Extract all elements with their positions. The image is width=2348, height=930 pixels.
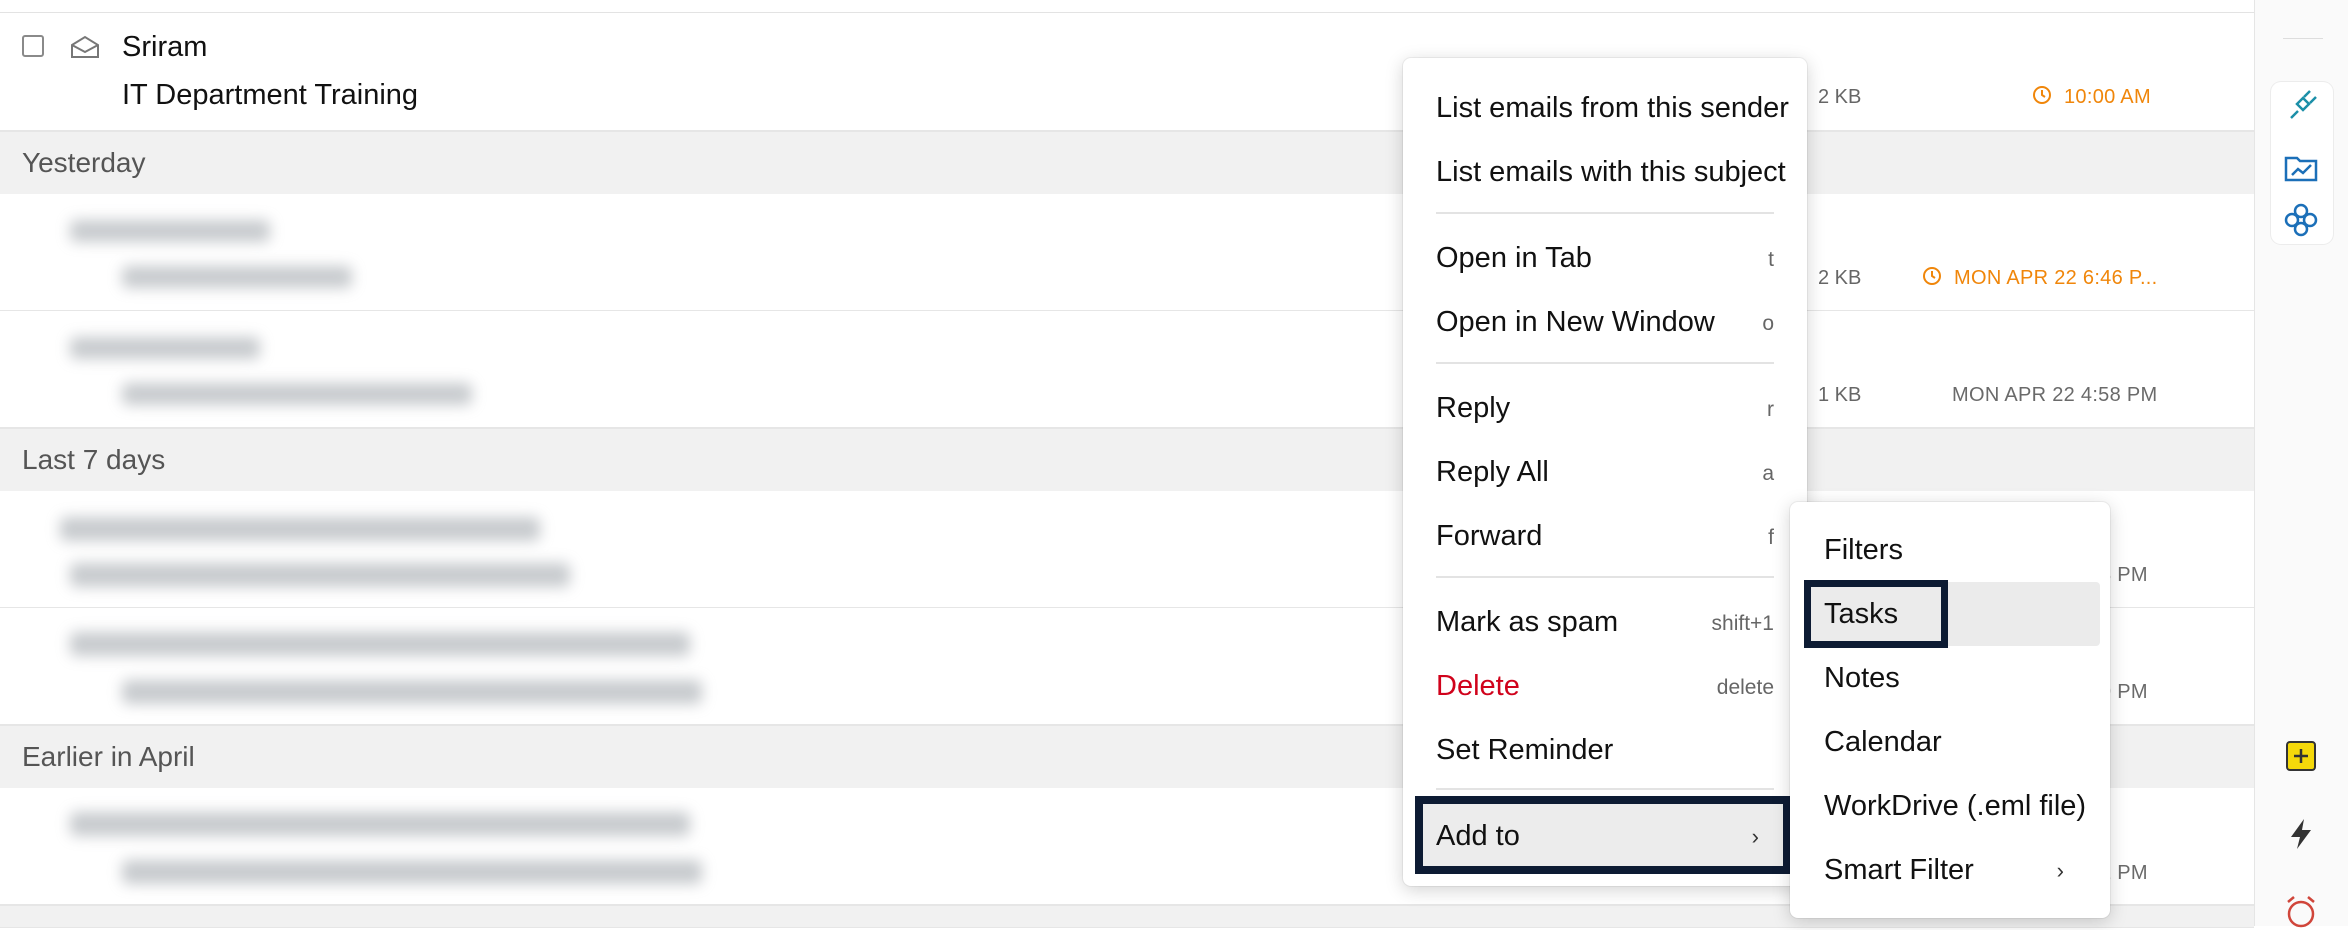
submenu-item-label: WorkDrive (.eml file) bbox=[1824, 790, 2087, 822]
add-to-submenu: Filters Tasks Notes Calendar WorkDrive (… bbox=[1790, 502, 2110, 918]
email-time: MON APR 22 6:46 P... bbox=[1954, 267, 2158, 289]
menu-item-label: Reply bbox=[1436, 392, 1511, 424]
menu-item-delete[interactable]: Delete delete bbox=[1403, 662, 1807, 712]
blurred-content bbox=[122, 266, 352, 288]
submenu-item-filters[interactable]: Filters bbox=[1790, 526, 2110, 576]
shortcut-key: f bbox=[1768, 526, 1774, 549]
submenu-item-label: Smart Filter bbox=[1824, 854, 1974, 886]
blurred-content bbox=[122, 383, 472, 405]
menu-item-set-reminder[interactable]: Set Reminder bbox=[1403, 726, 1807, 776]
selection-highlight bbox=[1804, 580, 1948, 648]
alarm-clock-icon[interactable] bbox=[2283, 894, 2319, 930]
menu-item-label: List emails from this sender bbox=[1436, 92, 1789, 124]
menu-item-label: List emails with this subject bbox=[1436, 156, 1786, 188]
blurred-content bbox=[122, 860, 702, 884]
context-menu: List emails from this sender List emails… bbox=[1403, 58, 1807, 886]
row-checkbox[interactable] bbox=[22, 35, 44, 57]
menu-item-label: Delete bbox=[1436, 670, 1520, 702]
submenu-item-label: Filters bbox=[1824, 534, 1903, 566]
submenu-item-workdrive[interactable]: WorkDrive (.eml file) bbox=[1790, 782, 2110, 832]
blurred-content bbox=[122, 680, 702, 704]
shortcut-key: a bbox=[1762, 462, 1774, 485]
blurred-content bbox=[70, 563, 570, 587]
menu-item-reply-all[interactable]: Reply All a bbox=[1403, 448, 1807, 498]
submenu-item-label: Notes bbox=[1824, 662, 1900, 694]
email-size: 1 KB bbox=[1818, 384, 1862, 406]
menu-item-list-with-subject[interactable]: List emails with this subject bbox=[1403, 148, 1807, 198]
menu-item-label: Mark as spam bbox=[1436, 606, 1619, 638]
menu-item-reply[interactable]: Reply r bbox=[1403, 384, 1807, 434]
menu-item-list-from-sender[interactable]: List emails from this sender bbox=[1403, 84, 1807, 134]
email-time: 10:00 AM bbox=[2064, 86, 2151, 108]
menu-item-label: Forward bbox=[1436, 520, 1543, 552]
menu-item-mark-as-spam[interactable]: Mark as spam shift+1 bbox=[1403, 598, 1807, 648]
submenu-item-smart-filter[interactable]: Smart Filter › bbox=[1790, 846, 2110, 896]
email-row[interactable]: 2 KB MON APR 22 6:46 P... bbox=[0, 194, 2254, 311]
email-row-sriram[interactable]: Sriram IT Department Training 2 KB 10:00… bbox=[0, 13, 2254, 131]
shortcut-key: delete bbox=[1716, 676, 1774, 699]
group-label: Last 7 days bbox=[22, 444, 166, 475]
group-header-last-7-days: Last 7 days bbox=[0, 428, 2254, 492]
menu-item-add-to[interactable]: Add to › bbox=[1415, 796, 1791, 874]
blurred-content bbox=[70, 812, 690, 836]
menu-item-label: Add to bbox=[1436, 820, 1520, 852]
menu-item-label: Open in New Window bbox=[1436, 306, 1715, 338]
blurred-content bbox=[70, 220, 270, 242]
rail-divider bbox=[2283, 38, 2323, 39]
submenu-item-calendar[interactable]: Calendar bbox=[1790, 718, 2110, 768]
sender-name: Sriram bbox=[122, 31, 208, 63]
shortcut-key: r bbox=[1767, 398, 1774, 421]
menu-divider bbox=[1436, 576, 1774, 578]
menu-item-label: Set Reminder bbox=[1436, 734, 1614, 766]
shortcut-key: o bbox=[1762, 312, 1774, 335]
lightning-icon[interactable] bbox=[2283, 816, 2319, 852]
menu-item-label: Open in Tab bbox=[1436, 242, 1592, 274]
blurred-content bbox=[60, 517, 540, 541]
email-size: 2 KB bbox=[1818, 86, 1862, 108]
menu-divider bbox=[1436, 788, 1774, 790]
chevron-right-icon: › bbox=[1751, 824, 1759, 849]
blurred-content bbox=[70, 337, 260, 359]
menu-item-forward[interactable]: Forward f bbox=[1403, 512, 1807, 562]
group-label: Earlier in April bbox=[22, 741, 195, 772]
group-header-yesterday: Yesterday bbox=[0, 131, 2254, 195]
flower-icon[interactable] bbox=[2283, 202, 2319, 238]
menu-divider bbox=[1436, 362, 1774, 364]
email-subject: IT Department Training bbox=[122, 79, 419, 111]
clock-icon bbox=[1923, 267, 1941, 285]
email-row[interactable]: 1 KB MON APR 22 4:58 PM bbox=[0, 311, 2254, 428]
email-time: MON APR 22 4:58 PM bbox=[1952, 384, 2158, 406]
clock-icon bbox=[2033, 86, 2051, 104]
right-rail bbox=[2254, 0, 2348, 928]
shortcut-key: shift+1 bbox=[1711, 612, 1774, 635]
menu-item-label: Reply All bbox=[1436, 456, 1549, 488]
plug-icon[interactable] bbox=[2283, 88, 2319, 124]
email-size: 2 KB bbox=[1818, 267, 1862, 289]
envelope-open-icon bbox=[71, 35, 99, 58]
chart-folder-icon[interactable] bbox=[2283, 150, 2319, 186]
shortcut-key: t bbox=[1768, 248, 1774, 271]
chevron-right-icon: › bbox=[2056, 858, 2064, 883]
submenu-item-notes[interactable]: Notes bbox=[1790, 654, 2110, 704]
menu-item-open-in-new-window[interactable]: Open in New Window o bbox=[1403, 298, 1807, 348]
group-label: Yesterday bbox=[22, 147, 146, 178]
add-note-icon[interactable] bbox=[2283, 738, 2319, 774]
menu-divider bbox=[1436, 212, 1774, 214]
blurred-content bbox=[70, 632, 690, 656]
submenu-item-label: Calendar bbox=[1824, 726, 1942, 758]
menu-item-open-in-tab[interactable]: Open in Tab t bbox=[1403, 234, 1807, 284]
